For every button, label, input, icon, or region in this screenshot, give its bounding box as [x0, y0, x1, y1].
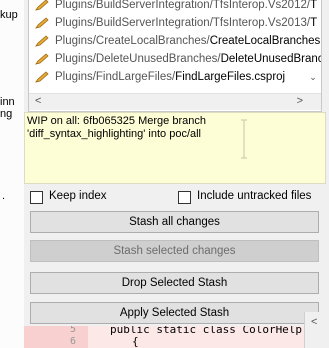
stash-options: Keep index Include untracked files — [24, 184, 329, 210]
include-untracked-checkbox[interactable] — [178, 191, 191, 204]
background-text-fragment: . — [2, 190, 6, 202]
list-item[interactable]: Plugins/BuildServerIntegration/TfsIntero… — [29, 0, 321, 14]
scroll-right-icon[interactable]: > — [297, 95, 303, 107]
file-dir: Plugins/BuildServerIntegration/TfsIntero… — [55, 17, 311, 29]
pencil-icon — [35, 17, 49, 29]
stash-message-preview[interactable]: WIP on all: 6fb065325 Merge branch 'diff… — [24, 112, 326, 184]
background-text-fragment: inn — [0, 96, 15, 108]
preview-line: 'diff_syntax_highlighting' into poc/all — [27, 128, 202, 140]
editor-scrollbar[interactable]: < — [304, 312, 329, 348]
stash-all-changes-button[interactable]: Stash all changes — [30, 211, 319, 233]
file-name: FindLargeFiles.csproj — [175, 71, 286, 83]
preview-line: WIP on all: 6fb065325 Merge branch — [27, 115, 206, 127]
line-number: 5 — [70, 326, 77, 335]
list-item[interactable]: Plugins/FindLargeFiles/FindLargeFiles.cs… — [29, 68, 321, 86]
code-line: { — [132, 335, 139, 348]
drop-selected-stash-button[interactable]: Drop Selected Stash — [30, 272, 319, 294]
diff-gutter — [24, 326, 88, 348]
scroll-down-icon[interactable]: ⌄ — [307, 72, 319, 82]
stash-selected-changes-button[interactable]: Stash selected changes — [30, 240, 319, 262]
pencil-icon — [35, 35, 49, 47]
file-name: T — [310, 17, 318, 29]
file-dir: Plugins/DeleteUnusedBranches/ — [55, 53, 221, 65]
line-number: 6 — [70, 336, 77, 347]
pencil-icon — [35, 71, 49, 83]
file-name: CreateLocalBranches.c — [209, 35, 321, 47]
stash-file-list[interactable]: Plugins/BuildServerIntegration/TfsIntero… — [28, 0, 322, 112]
background-text-fragment: ng — [0, 108, 13, 120]
file-name: DeleteUnusedBrancl — [220, 53, 321, 65]
file-dir: Plugins/CreateLocalBranches/ — [55, 35, 210, 47]
background-window-strip: kup inn ng . — [0, 0, 24, 348]
horizontal-scrollbar[interactable]: < > — [29, 93, 321, 110]
stash-panel: Plugins/BuildServerIntegration/TfsIntero… — [24, 0, 329, 348]
list-item[interactable]: Plugins/CreateLocalBranches/CreateLocalB… — [29, 32, 321, 50]
diff-editor-fragment: 5 6 public static class ColorHelp { — [24, 326, 304, 348]
scroll-left-icon[interactable]: < — [35, 95, 41, 107]
list-item[interactable]: Plugins/BuildServerIntegration/TfsIntero… — [29, 14, 321, 32]
include-untracked-label[interactable]: Include untracked files — [197, 190, 311, 202]
keep-index-label[interactable]: Keep index — [49, 190, 107, 202]
scroll-left-icon[interactable]: < — [311, 316, 317, 328]
file-dir: Plugins/FindLargeFiles/ — [55, 71, 176, 83]
file-name: T — [310, 0, 318, 11]
apply-selected-stash-button[interactable]: Apply Selected Stash — [30, 302, 319, 324]
list-item[interactable]: Plugins/DeleteUnusedBranches/DeleteUnuse… — [29, 50, 321, 68]
text-cursor-icon — [241, 119, 247, 159]
file-dir: Plugins/BuildServerIntegration/TfsIntero… — [55, 0, 311, 11]
pencil-icon — [35, 53, 49, 65]
keep-index-checkbox[interactable] — [30, 191, 43, 204]
background-text-fragment: kup — [0, 9, 18, 21]
code-line: public static class ColorHelp — [110, 326, 303, 336]
pencil-icon — [35, 0, 49, 11]
